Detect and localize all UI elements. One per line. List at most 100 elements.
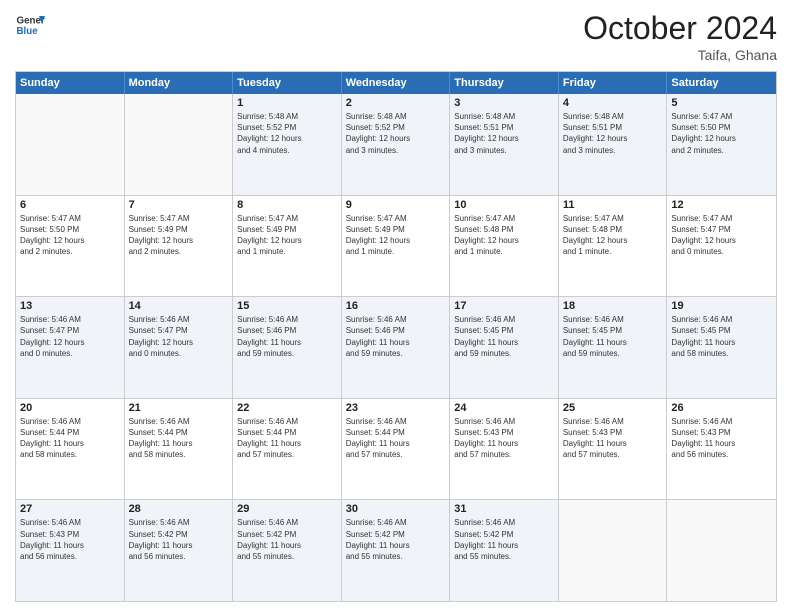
calendar-cell: 19 Sunrise: 5:46 AM Sunset: 5:45 PM Dayli… — [667, 297, 776, 398]
calendar-row-4: 27 Sunrise: 5:46 AM Sunset: 5:43 PM Dayli… — [16, 499, 776, 601]
cell-detail: Sunrise: 5:46 AM Sunset: 5:46 PM Dayligh… — [346, 314, 446, 359]
calendar-body: 1Sunrise: 5:48 AM Sunset: 5:52 PM Daylig… — [16, 94, 776, 601]
header-cell-saturday: Saturday — [667, 72, 776, 94]
cell-detail: Sunrise: 5:46 AM Sunset: 5:43 PM Dayligh… — [671, 416, 772, 461]
calendar-cell: 3 Sunrise: 5:48 AM Sunset: 5:51 PM Daylig… — [450, 94, 559, 195]
cell-detail: Sunrise: 5:47 AM Sunset: 5:48 PM Dayligh… — [563, 213, 663, 258]
logo: General Blue — [15, 10, 45, 40]
calendar-cell: 8Sunrise: 5:47 AM Sunset: 5:49 PM Daylig… — [233, 196, 342, 297]
calendar-cell: 1Sunrise: 5:48 AM Sunset: 5:52 PM Daylig… — [233, 94, 342, 195]
calendar-cell — [16, 94, 125, 195]
cell-detail: Sunrise: 5:46 AM Sunset: 5:45 PM Dayligh… — [671, 314, 772, 359]
cell-detail: Sunrise: 5:47 AM Sunset: 5:49 PM Dayligh… — [346, 213, 446, 258]
day-number: 12 — [671, 199, 772, 211]
calendar-cell: 16 Sunrise: 5:46 AM Sunset: 5:46 PM Dayli… — [342, 297, 451, 398]
cell-detail: Sunrise: 5:46 AM Sunset: 5:43 PM Dayligh… — [20, 517, 120, 562]
header-cell-friday: Friday — [559, 72, 668, 94]
cell-detail: Sunrise: 5:46 AM Sunset: 5:47 PM Dayligh… — [20, 314, 120, 359]
day-number: 26 — [671, 402, 772, 414]
day-number: 4 — [563, 97, 663, 109]
day-number: 17 — [454, 300, 554, 312]
page: General Blue October 2024 Taifa, Ghana S… — [0, 0, 792, 612]
calendar-cell: 30Sunrise: 5:46 AM Sunset: 5:42 PM Dayli… — [342, 500, 451, 601]
header-cell-tuesday: Tuesday — [233, 72, 342, 94]
general-blue-icon: General Blue — [15, 10, 45, 40]
calendar-cell: 21 Sunrise: 5:46 AM Sunset: 5:44 PM Dayli… — [125, 399, 234, 500]
cell-detail: Sunrise: 5:46 AM Sunset: 5:44 PM Dayligh… — [346, 416, 446, 461]
calendar-cell: 10 Sunrise: 5:47 AM Sunset: 5:48 PM Dayli… — [450, 196, 559, 297]
month-title: October 2024 — [583, 10, 777, 47]
calendar-cell: 2Sunrise: 5:48 AM Sunset: 5:52 PM Daylig… — [342, 94, 451, 195]
cell-detail: Sunrise: 5:46 AM Sunset: 5:42 PM Dayligh… — [454, 517, 554, 562]
day-number: 5 — [671, 97, 772, 109]
calendar-cell: 23 Sunrise: 5:46 AM Sunset: 5:44 PM Dayli… — [342, 399, 451, 500]
day-number: 29 — [237, 503, 337, 515]
calendar-cell: 14 Sunrise: 5:46 AM Sunset: 5:47 PM Dayli… — [125, 297, 234, 398]
header-cell-monday: Monday — [125, 72, 234, 94]
cell-detail: Sunrise: 5:46 AM Sunset: 5:44 PM Dayligh… — [129, 416, 229, 461]
cell-detail: Sunrise: 5:47 AM Sunset: 5:50 PM Dayligh… — [671, 111, 772, 156]
day-number: 10 — [454, 199, 554, 211]
calendar-cell: 13 Sunrise: 5:46 AM Sunset: 5:47 PM Dayli… — [16, 297, 125, 398]
calendar-cell: 31 Sunrise: 5:46 AM Sunset: 5:42 PM Dayli… — [450, 500, 559, 601]
calendar: SundayMondayTuesdayWednesdayThursdayFrid… — [15, 71, 777, 602]
day-number: 14 — [129, 300, 229, 312]
day-number: 25 — [563, 402, 663, 414]
day-number: 24 — [454, 402, 554, 414]
header-cell-wednesday: Wednesday — [342, 72, 451, 94]
day-number: 22 — [237, 402, 337, 414]
calendar-cell: 27 Sunrise: 5:46 AM Sunset: 5:43 PM Dayli… — [16, 500, 125, 601]
header-cell-thursday: Thursday — [450, 72, 559, 94]
calendar-row-0: 1Sunrise: 5:48 AM Sunset: 5:52 PM Daylig… — [16, 94, 776, 195]
calendar-row-2: 13 Sunrise: 5:46 AM Sunset: 5:47 PM Dayli… — [16, 296, 776, 398]
day-number: 6 — [20, 199, 120, 211]
cell-detail: Sunrise: 5:46 AM Sunset: 5:43 PM Dayligh… — [563, 416, 663, 461]
day-number: 31 — [454, 503, 554, 515]
calendar-cell: 22 Sunrise: 5:46 AM Sunset: 5:44 PM Dayli… — [233, 399, 342, 500]
calendar-cell: 29Sunrise: 5:46 AM Sunset: 5:42 PM Dayli… — [233, 500, 342, 601]
day-number: 3 — [454, 97, 554, 109]
calendar-cell: 7 Sunrise: 5:47 AM Sunset: 5:49 PM Daylig… — [125, 196, 234, 297]
calendar-cell: 15 Sunrise: 5:46 AM Sunset: 5:46 PM Dayli… — [233, 297, 342, 398]
day-number: 23 — [346, 402, 446, 414]
calendar-cell: 18Sunrise: 5:46 AM Sunset: 5:45 PM Dayli… — [559, 297, 668, 398]
day-number: 7 — [129, 199, 229, 211]
location: Taifa, Ghana — [583, 47, 777, 63]
calendar-cell: 24 Sunrise: 5:46 AM Sunset: 5:43 PM Dayli… — [450, 399, 559, 500]
day-number: 16 — [346, 300, 446, 312]
calendar-cell: 20Sunrise: 5:46 AM Sunset: 5:44 PM Dayli… — [16, 399, 125, 500]
calendar-cell — [667, 500, 776, 601]
calendar-row-3: 20 Sunrise: 5:46 AM Sunset: 5:44 PM Dayli… — [16, 398, 776, 500]
calendar-cell: 4Sunrise: 5:48 AM Sunset: 5:51 PM Daylig… — [559, 94, 668, 195]
header-cell-sunday: Sunday — [16, 72, 125, 94]
calendar-cell: 26 Sunrise: 5:46 AM Sunset: 5:43 PM Dayli… — [667, 399, 776, 500]
cell-detail: Sunrise: 5:46 AM Sunset: 5:47 PM Dayligh… — [129, 314, 229, 359]
day-number: 2 — [346, 97, 446, 109]
cell-detail: Sunrise: 5:46 AM Sunset: 5:43 PM Dayligh… — [454, 416, 554, 461]
calendar-cell: 12Sunrise: 5:47 AM Sunset: 5:47 PM Dayli… — [667, 196, 776, 297]
cell-detail: Sunrise: 5:46 AM Sunset: 5:46 PM Dayligh… — [237, 314, 337, 359]
day-number: 11 — [563, 199, 663, 211]
day-number: 30 — [346, 503, 446, 515]
svg-text:Blue: Blue — [17, 26, 39, 37]
cell-detail: Sunrise: 5:47 AM Sunset: 5:48 PM Dayligh… — [454, 213, 554, 258]
calendar-cell: 5 Sunrise: 5:47 AM Sunset: 5:50 PM Daylig… — [667, 94, 776, 195]
cell-detail: Sunrise: 5:46 AM Sunset: 5:44 PM Dayligh… — [237, 416, 337, 461]
day-number: 21 — [129, 402, 229, 414]
day-number: 20 — [20, 402, 120, 414]
day-number: 1 — [237, 97, 337, 109]
cell-detail: Sunrise: 5:47 AM Sunset: 5:49 PM Dayligh… — [237, 213, 337, 258]
cell-detail: Sunrise: 5:46 AM Sunset: 5:42 PM Dayligh… — [129, 517, 229, 562]
calendar-cell: 9 Sunrise: 5:47 AM Sunset: 5:49 PM Daylig… — [342, 196, 451, 297]
calendar-cell — [559, 500, 668, 601]
title-block: October 2024 Taifa, Ghana — [583, 10, 777, 63]
day-number: 13 — [20, 300, 120, 312]
day-number: 9 — [346, 199, 446, 211]
day-number: 19 — [671, 300, 772, 312]
cell-detail: Sunrise: 5:48 AM Sunset: 5:51 PM Dayligh… — [454, 111, 554, 156]
day-number: 18 — [563, 300, 663, 312]
calendar-cell: 28Sunrise: 5:46 AM Sunset: 5:42 PM Dayli… — [125, 500, 234, 601]
cell-detail: Sunrise: 5:47 AM Sunset: 5:49 PM Dayligh… — [129, 213, 229, 258]
day-number: 15 — [237, 300, 337, 312]
day-number: 27 — [20, 503, 120, 515]
